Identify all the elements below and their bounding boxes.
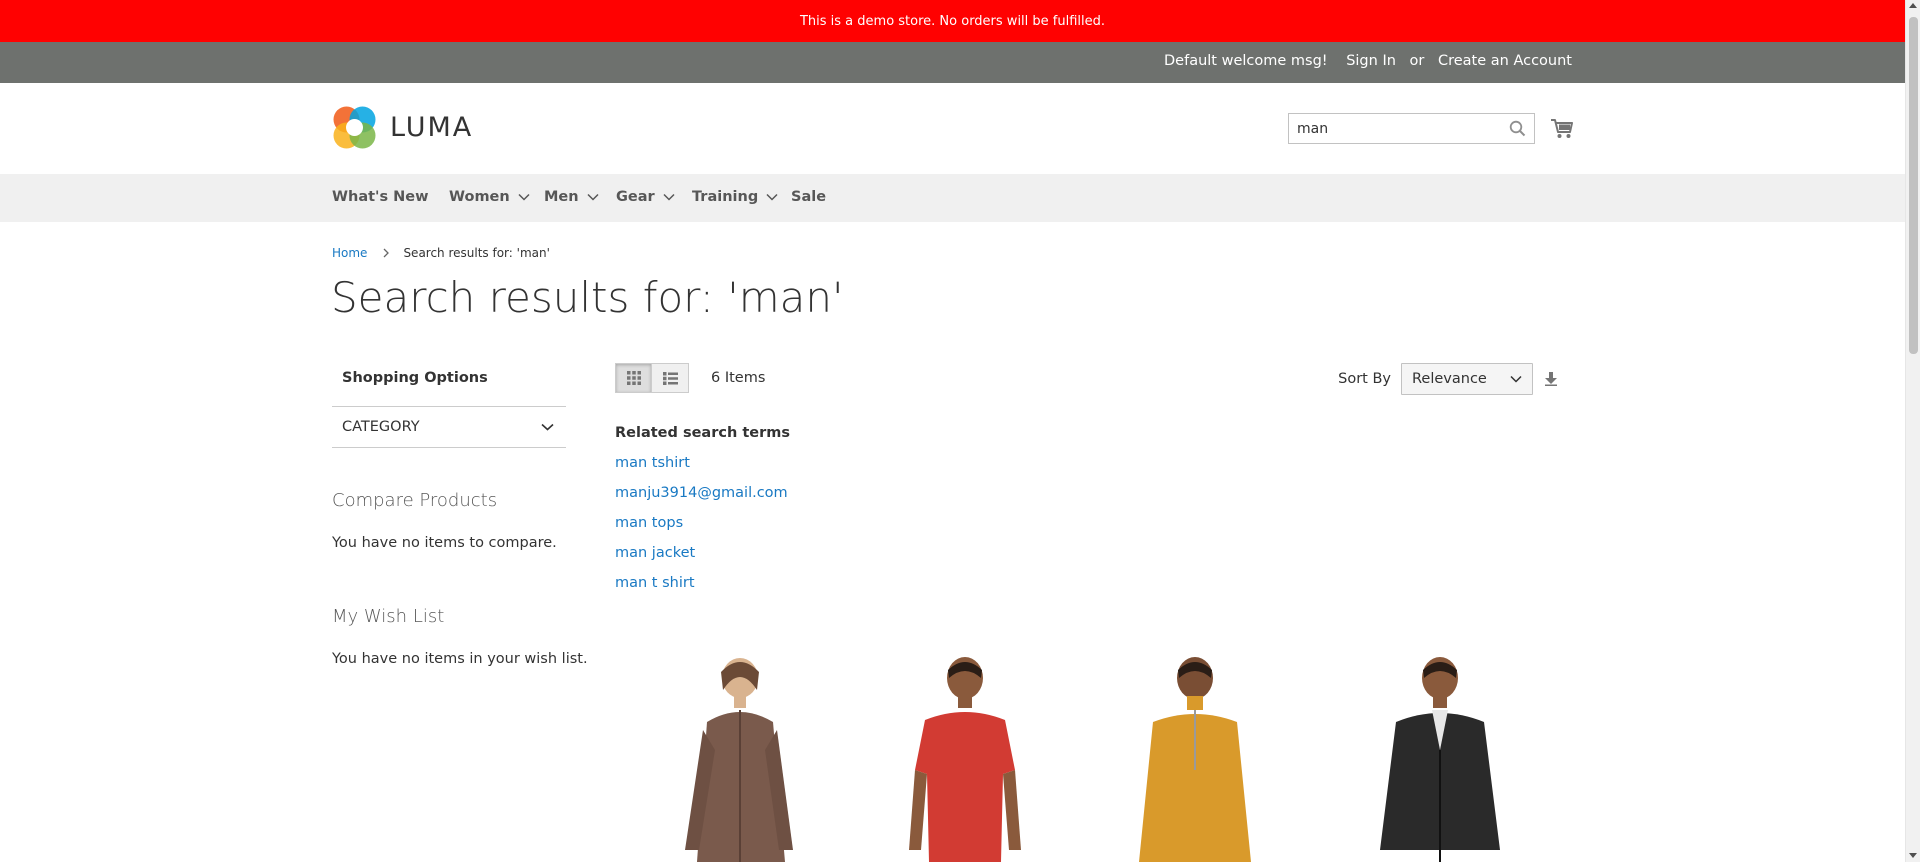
- related-term-link[interactable]: man jacket: [615, 544, 790, 563]
- nav-item-women[interactable]: Women: [449, 189, 530, 205]
- page-scrollbar[interactable]: [1905, 0, 1920, 862]
- list-view-button[interactable]: [652, 363, 689, 393]
- nav-item-label: Men: [544, 189, 579, 205]
- nav-item-gear[interactable]: Gear: [616, 189, 675, 205]
- grid-icon: [626, 371, 641, 385]
- wishlist-title: My Wish List: [332, 606, 445, 627]
- welcome-message: Default welcome msg!: [1164, 53, 1328, 69]
- filter-category-toggle[interactable]: CATEGORY: [332, 406, 566, 448]
- chevron-down-icon: [663, 193, 675, 201]
- sorter: Sort By Relevance: [1338, 363, 1557, 395]
- related-term-link[interactable]: man tops: [615, 514, 790, 533]
- page-title: Search results for: 'man': [331, 273, 844, 322]
- demo-notice: This is a demo store. No orders will be …: [0, 0, 1905, 42]
- search-icon[interactable]: [1509, 120, 1526, 137]
- scroll-up-arrow-icon[interactable]: [1909, 3, 1917, 8]
- search-input[interactable]: [1289, 114, 1497, 143]
- top-links-bar: Default welcome msg! Sign In or Create a…: [0, 42, 1905, 83]
- product-item[interactable]: [635, 650, 835, 862]
- chevron-down-icon: [1510, 375, 1522, 383]
- sort-by-value: Relevance: [1412, 371, 1487, 387]
- sign-in-link[interactable]: Sign In: [1346, 53, 1396, 69]
- related-term-link[interactable]: man tshirt: [615, 454, 790, 473]
- scroll-down-arrow-icon[interactable]: [1909, 853, 1917, 858]
- wishlist-empty-text: You have no items in your wish list.: [332, 651, 588, 667]
- nav-item-label: Sale: [791, 189, 827, 205]
- search-form: [1288, 113, 1535, 144]
- nav-item-label: Gear: [616, 189, 655, 205]
- breadcrumb-home-link[interactable]: Home: [332, 246, 367, 260]
- filter-category-label: CATEGORY: [342, 419, 420, 435]
- chevron-down-icon: [518, 193, 530, 201]
- create-account-link[interactable]: Create an Account: [1438, 53, 1572, 69]
- shopping-options-title: Shopping Options: [342, 370, 488, 386]
- chevron-right-icon: [383, 248, 390, 258]
- related-search-title: Related search terms: [615, 425, 790, 441]
- chevron-down-icon: [587, 193, 599, 201]
- sort-direction-arrow-icon[interactable]: [1545, 372, 1557, 386]
- chevron-down-icon: [541, 423, 554, 431]
- product-image-men-jacket[interactable]: [1340, 650, 1540, 862]
- chevron-down-icon: [766, 193, 778, 201]
- list-icon: [662, 371, 678, 385]
- view-mode-switcher: [615, 363, 689, 393]
- related-term-link[interactable]: manju3914@gmail.com: [615, 484, 790, 503]
- product-image-women-jacket[interactable]: [635, 650, 835, 862]
- nav-item-sale[interactable]: Sale: [791, 189, 826, 205]
- sidebar: Shopping Options CATEGORY: [332, 360, 566, 448]
- breadcrumb: Home Search results for: 'man': [332, 246, 550, 260]
- related-search-terms: Related search terms man tshirt manju391…: [615, 425, 790, 604]
- nav-item-label: Women: [449, 189, 510, 205]
- or-text: or: [1409, 53, 1425, 69]
- nav-item-men[interactable]: Men: [544, 189, 599, 205]
- demo-notice-text: This is a demo store. No orders will be …: [799, 13, 1106, 29]
- sort-by-label: Sort By: [1338, 371, 1391, 387]
- product-item[interactable]: [1095, 650, 1295, 862]
- product-item[interactable]: [865, 650, 1065, 862]
- logo-text: LUMA: [390, 112, 474, 143]
- compare-products-title: Compare Products: [332, 490, 498, 511]
- nav-item-training[interactable]: Training: [692, 189, 778, 205]
- sort-by-select[interactable]: Relevance: [1401, 363, 1533, 395]
- related-term-link[interactable]: man t shirt: [615, 574, 790, 593]
- nav-item-label: What's New: [332, 189, 429, 205]
- product-image-men-tshirt[interactable]: [865, 650, 1065, 862]
- logo-link[interactable]: LUMA: [332, 105, 473, 150]
- product-image-men-pullover[interactable]: [1095, 650, 1295, 862]
- items-count: 6 Items: [711, 370, 766, 386]
- nav-item-label: Training: [692, 189, 759, 205]
- nav-item-whats-new[interactable]: What's New: [332, 189, 429, 205]
- main-nav: What's New Women Men Gear Training Sale: [0, 174, 1905, 222]
- product-grid: [615, 650, 1575, 862]
- breadcrumb-current: Search results for: 'man': [403, 246, 550, 260]
- header: LUMA: [0, 83, 1905, 174]
- cart-icon[interactable]: [1550, 118, 1574, 140]
- compare-empty-text: You have no items to compare.: [332, 535, 557, 551]
- luma-logo-icon: [333, 106, 376, 149]
- scrollbar-thumb[interactable]: [1909, 17, 1918, 354]
- grid-view-button[interactable]: [615, 363, 652, 393]
- product-item[interactable]: [1340, 650, 1540, 862]
